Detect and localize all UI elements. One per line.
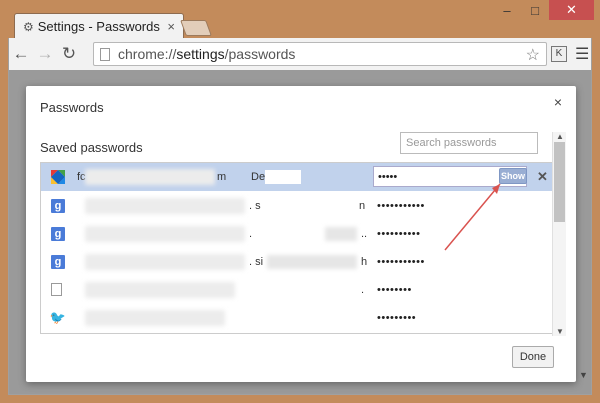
annotation-arrow bbox=[444, 183, 501, 251]
arrow-line bbox=[444, 183, 501, 251]
